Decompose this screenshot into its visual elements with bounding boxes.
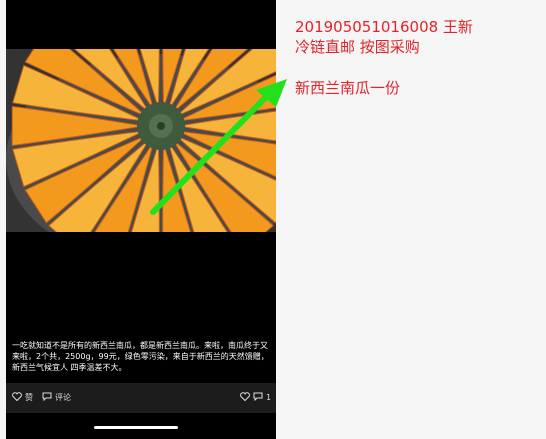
pumpkin-plate-image [6, 49, 276, 232]
home-indicator[interactable] [94, 426, 178, 429]
like-label: 赞 [25, 393, 33, 402]
likes-comments-summary[interactable]: 1 [240, 392, 271, 403]
annotation-order-line: 201905051016008 王新 [295, 18, 473, 36]
comment-label: 评论 [55, 393, 71, 402]
heart-outline-icon [240, 392, 250, 403]
comment-icon [42, 392, 52, 403]
comment-count: 1 [266, 393, 272, 402]
like-button[interactable]: 赞 [12, 392, 33, 403]
moments-post-viewer: 一吃就知道不是所有的新西兰南瓜，都是新西兰南瓜。来啦，南瓜终于又来啦，2个共，2… [6, 0, 276, 439]
comment-count-icon [253, 392, 263, 403]
pumpkin-photo[interactable] [6, 49, 276, 232]
post-caption: 一吃就知道不是所有的新西兰南瓜，都是新西兰南瓜。来啦，南瓜终于又来啦，2个共，2… [12, 341, 269, 372]
annotation-shipping-line: 冷链直邮 按图采购 [295, 38, 420, 56]
action-bar: 赞 评论 1 [6, 383, 276, 413]
annotation-product-line: 新西兰南瓜一份 [295, 79, 401, 97]
comment-button[interactable]: 评论 [42, 392, 71, 403]
heart-icon [12, 392, 22, 403]
